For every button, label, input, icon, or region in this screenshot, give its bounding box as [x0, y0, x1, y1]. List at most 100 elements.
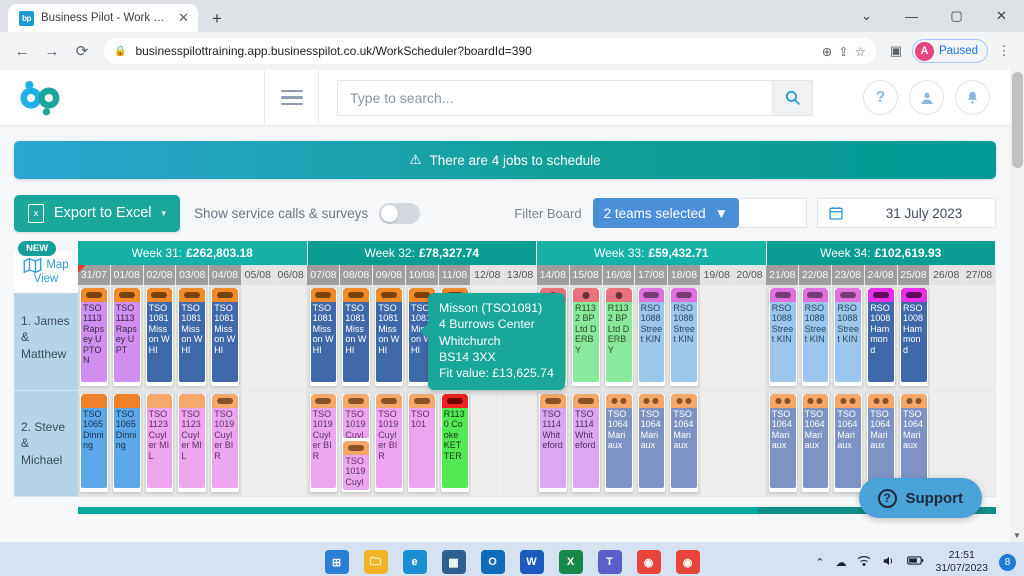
- bookmark-icon[interactable]: ☆: [855, 44, 866, 59]
- brand-logo[interactable]: [0, 78, 264, 118]
- job-card[interactable]: RSO1088 Street KIN: [802, 288, 830, 386]
- day-header[interactable]: 08/08: [340, 265, 373, 285]
- wifi-icon[interactable]: [857, 555, 871, 570]
- job-card[interactable]: TSO1019 Cuyler BIR: [211, 394, 239, 492]
- word-icon[interactable]: W: [520, 550, 544, 574]
- schedule-cell[interactable]: [504, 391, 537, 496]
- job-card[interactable]: TSO1065 Dinning: [80, 394, 108, 492]
- day-header[interactable]: 16/08: [603, 265, 636, 285]
- page-scrollbar[interactable]: ▼: [1010, 70, 1024, 542]
- cloud-icon[interactable]: ☁: [835, 556, 846, 569]
- day-header[interactable]: 05/08: [242, 265, 275, 285]
- notifications-button[interactable]: [955, 80, 990, 115]
- day-header[interactable]: 03/08: [176, 265, 209, 285]
- day-header[interactable]: 26/08: [930, 265, 963, 285]
- minimize-icon[interactable]: —: [889, 0, 934, 32]
- day-header[interactable]: 22/08: [799, 265, 832, 285]
- job-card-inner[interactable]: RSO1088 Street KIN: [671, 288, 697, 382]
- job-card-inner[interactable]: TSO1081 Misson WHI: [179, 288, 205, 382]
- scroll-down-icon[interactable]: ▼: [1010, 528, 1024, 542]
- day-header[interactable]: 04/08: [209, 265, 242, 285]
- job-card-inner[interactable]: TSO1064 Mariaux: [639, 394, 665, 488]
- day-header[interactable]: 15/08: [570, 265, 603, 285]
- day-header[interactable]: 19/08: [701, 265, 734, 285]
- job-card-inner[interactable]: TSO1019 Cuyler BIR: [311, 394, 337, 488]
- menu-toggle-button[interactable]: [264, 70, 319, 126]
- back-icon[interactable]: ←: [8, 37, 36, 65]
- schedule-cell[interactable]: [930, 285, 963, 390]
- schedule-cell[interactable]: [275, 391, 308, 496]
- day-header[interactable]: 06/08: [275, 265, 308, 285]
- job-card-inner[interactable]: RSO1088 Street KIN: [803, 288, 829, 382]
- teams-select[interactable]: 2 teams selected ▼: [593, 198, 739, 228]
- excel-icon[interactable]: X: [559, 550, 583, 574]
- schedule-cell[interactable]: [701, 285, 734, 390]
- job-card-inner[interactable]: TSO1081 Misson WHI: [212, 288, 238, 382]
- forward-icon[interactable]: →: [38, 37, 66, 65]
- job-card[interactable]: TSO1064 Mariaux: [638, 394, 666, 492]
- job-card-inner[interactable]: TSO1064 Mariaux: [671, 394, 697, 488]
- job-card[interactable]: TSO1065 Dinning: [113, 394, 141, 492]
- job-card-inner[interactable]: TSO1113 Rapsey UPT: [114, 288, 140, 382]
- job-card-inner[interactable]: TSO1019 Cuyler BIR: [212, 394, 238, 488]
- day-header[interactable]: 13/08: [504, 265, 537, 285]
- job-card-inner[interactable]: TSO1065 Dinning: [114, 394, 140, 488]
- close-icon[interactable]: ✕: [177, 10, 190, 26]
- day-header[interactable]: 31/07: [78, 265, 111, 285]
- job-card-inner[interactable]: RSO1088 Street KIN: [770, 288, 796, 382]
- export-to-excel-button[interactable]: x Export to Excel ▾: [14, 195, 180, 232]
- day-header[interactable]: 10/08: [406, 265, 439, 285]
- schedule-cell[interactable]: [734, 285, 767, 390]
- day-header[interactable]: 27/08: [963, 265, 996, 285]
- side-panel-icon[interactable]: ▣: [884, 39, 908, 63]
- job-card[interactable]: R1132 BP Ltd DERBY: [605, 288, 633, 386]
- job-card-inner[interactable]: TSO1064 Mariaux: [770, 394, 796, 488]
- microsoft-store-icon[interactable]: ▦: [442, 550, 466, 574]
- job-card[interactable]: TSO1081 Misson WHI: [310, 288, 338, 386]
- volume-icon[interactable]: [882, 555, 896, 570]
- job-card[interactable]: RSO1088 Street KIN: [769, 288, 797, 386]
- day-header[interactable]: 24/08: [865, 265, 898, 285]
- job-card-inner[interactable]: TSO1114 Whiteford: [573, 394, 599, 488]
- date-picker[interactable]: 31 July 2023: [817, 198, 996, 228]
- job-card-inner[interactable]: TSO1019 Cuyler BIR: [376, 394, 402, 488]
- day-header[interactable]: 11/08: [439, 265, 472, 285]
- day-header[interactable]: 17/08: [635, 265, 668, 285]
- day-header[interactable]: 07/08: [307, 265, 340, 285]
- job-card-inner[interactable]: TSO1081 Misson WHI: [147, 288, 173, 382]
- job-card[interactable]: TSO1064 Mariaux: [670, 394, 698, 492]
- job-card[interactable]: TSO1064 Mariaux: [834, 394, 862, 492]
- job-card[interactable]: TSO1123 Cuyler MIL: [146, 394, 174, 492]
- job-card-inner[interactable]: TSO1019 Cuyl: [343, 441, 369, 490]
- job-card[interactable]: TSO1081 Misson WHI: [342, 288, 370, 386]
- service-calls-toggle[interactable]: [379, 203, 420, 224]
- calendar-button[interactable]: [818, 199, 853, 227]
- chevron-down-icon[interactable]: ⌄: [844, 0, 889, 32]
- horizontal-scrollbar[interactable]: [78, 507, 996, 514]
- page-scrollbar-thumb[interactable]: [1012, 72, 1023, 168]
- tray-chevron-icon[interactable]: ⌃: [815, 556, 824, 569]
- job-card[interactable]: TSO1113 Rapsey UPT: [113, 288, 141, 386]
- schedule-cell[interactable]: [963, 285, 996, 390]
- chrome-active-icon[interactable]: ◉: [676, 550, 700, 574]
- account-button[interactable]: [909, 80, 944, 115]
- job-card-inner[interactable]: TSO1019 Cuyler: [343, 394, 369, 438]
- maximize-icon[interactable]: ▢: [934, 0, 979, 32]
- search-button[interactable]: [772, 80, 813, 116]
- job-card-inner[interactable]: RSO1008 Hammond: [868, 288, 894, 382]
- schedule-cell[interactable]: [701, 391, 734, 496]
- job-card-inner[interactable]: TSO1081 Misson WHI: [343, 288, 369, 382]
- job-card-inner[interactable]: TSO1081 Misson WHI: [311, 288, 337, 382]
- schedule-cell[interactable]: [242, 285, 275, 390]
- job-card[interactable]: TSO1113 Rapsey UPTON: [80, 288, 108, 386]
- chrome-icon[interactable]: ◉: [637, 550, 661, 574]
- resource-label[interactable]: 2. Steve & Michael: [14, 391, 78, 497]
- zoom-icon[interactable]: ⊕: [822, 44, 832, 59]
- job-card-inner[interactable]: TSO101: [409, 394, 435, 488]
- job-card-inner[interactable]: RSO1088 Street KIN: [835, 288, 861, 382]
- browser-menu-icon[interactable]: ⋮: [992, 39, 1016, 63]
- day-header[interactable]: 21/08: [766, 265, 799, 285]
- job-card-inner[interactable]: TSO1064 Mariaux: [868, 394, 894, 488]
- resource-label[interactable]: 1. James & Matthew: [14, 285, 78, 391]
- job-card[interactable]: TSO101: [408, 394, 436, 492]
